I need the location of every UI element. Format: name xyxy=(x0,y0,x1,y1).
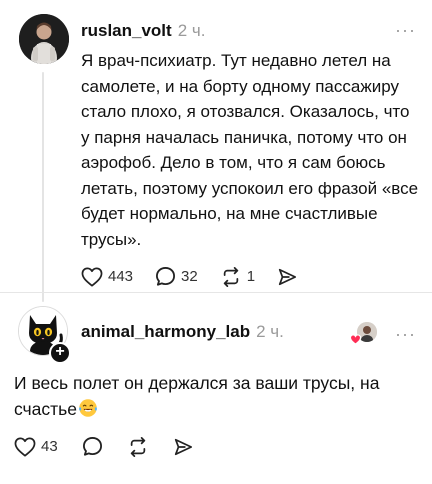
post-more-icon[interactable]: ··· xyxy=(395,21,416,39)
divider xyxy=(0,292,432,293)
liked-heart-icon xyxy=(350,334,361,345)
laughing-with-tears-emoji xyxy=(79,399,97,417)
reply-like-button[interactable]: 43 xyxy=(14,437,58,457)
post-like-button[interactable]: 443 xyxy=(81,267,133,287)
post-share-button[interactable] xyxy=(277,267,297,287)
repost-icon xyxy=(223,266,238,287)
post-repost-button[interactable]: 1 xyxy=(220,266,256,287)
comment-icon xyxy=(156,267,176,286)
post-actions: 443 32 1 xyxy=(81,266,297,287)
reply-header: animal_harmony_lab 2 ч. xyxy=(81,322,284,342)
post-username[interactable]: ruslan_volt xyxy=(81,21,172,41)
send-icon xyxy=(174,438,192,455)
reply-text-block: И весь полет он держался за ваши трусы, … xyxy=(14,370,414,422)
post-repost-count: 1 xyxy=(246,268,256,285)
post-text: Я врач-психиатр. Тут недавно летел на са… xyxy=(81,51,419,249)
post-comment-button[interactable]: 32 xyxy=(155,266,198,287)
follow-plus-button[interactable]: + xyxy=(49,342,71,364)
repost-icon xyxy=(130,436,145,457)
reply-share-button[interactable] xyxy=(173,437,193,457)
send-icon xyxy=(278,268,297,285)
reply-username[interactable]: animal_harmony_lab xyxy=(81,322,250,342)
thread-line xyxy=(42,72,44,302)
reply-actions: 43 xyxy=(14,436,193,457)
avatar-photo xyxy=(19,14,69,64)
post-time: 2 ч. xyxy=(177,21,206,40)
comment-icon xyxy=(82,437,102,456)
reply-comment-button[interactable] xyxy=(82,436,103,457)
reply-repost-button[interactable] xyxy=(127,436,149,457)
reply-like-count: 43 xyxy=(41,438,58,455)
avatar[interactable] xyxy=(19,14,69,64)
reply-text: И весь полет он держался за ваши трусы, … xyxy=(14,373,380,419)
post-header: ruslan_volt 2 ч. xyxy=(81,21,205,41)
heart-icon xyxy=(81,267,103,286)
post-comment-count: 32 xyxy=(181,268,198,285)
post-like-count: 443 xyxy=(108,268,134,285)
reply-more-icon[interactable]: ··· xyxy=(395,325,416,343)
heart-icon xyxy=(14,437,36,456)
reply-time: 2 ч. xyxy=(256,322,284,341)
